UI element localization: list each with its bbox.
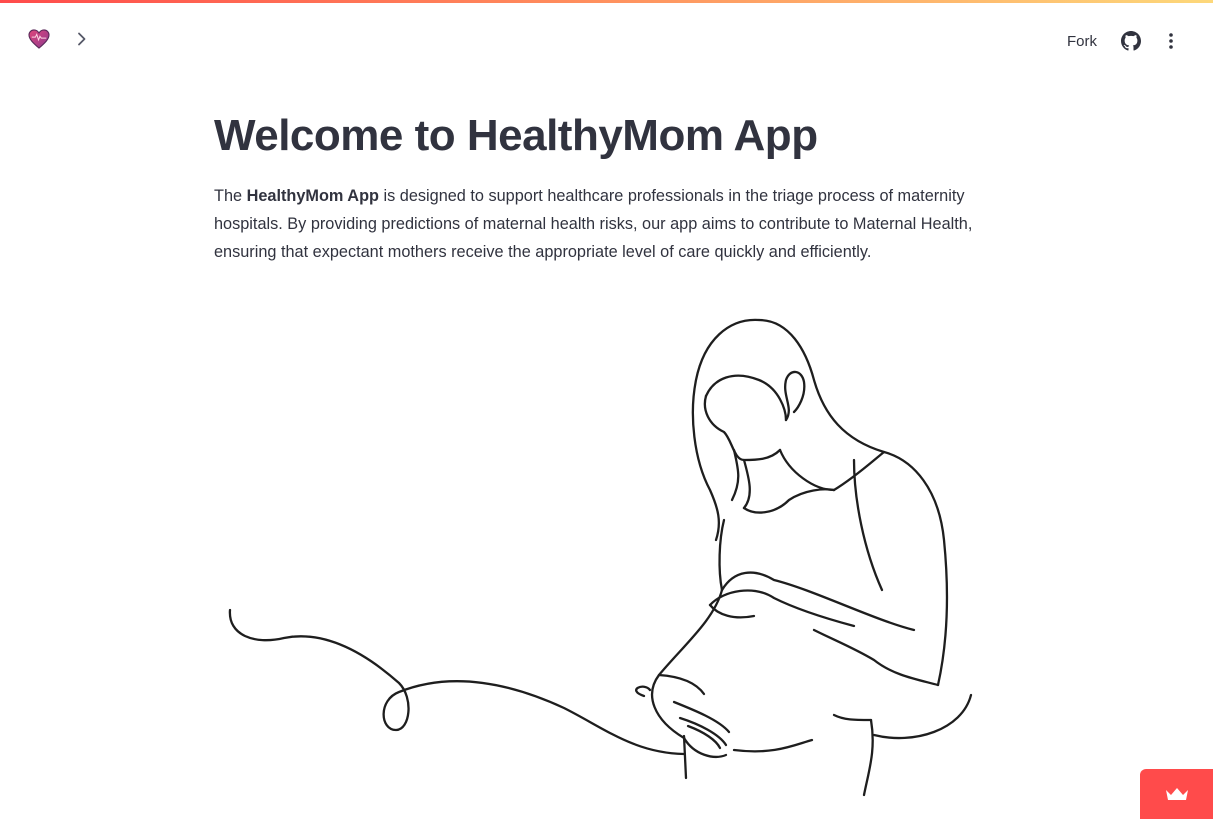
crown-icon (1165, 788, 1188, 800)
main-content: Welcome to HealthyMom App The HealthyMom… (214, 100, 994, 266)
intro-paragraph: The HealthyMom App is designed to suppor… (214, 182, 984, 266)
heart-icon (28, 29, 50, 49)
hosted-with-streamlit-badge[interactable] (1140, 769, 1213, 819)
intro-prefix: The (214, 187, 247, 205)
chevron-right-icon (78, 32, 86, 46)
intro-app-name: HealthyMom App (246, 187, 379, 205)
kebab-menu-icon[interactable] (1161, 31, 1181, 51)
sidebar-toggle-button[interactable] (72, 28, 92, 50)
fork-link[interactable]: Fork (1067, 33, 1097, 50)
app-header: Fork (0, 3, 1213, 63)
page-title: Welcome to HealthyMom App (214, 111, 818, 160)
pregnant-woman-illustration (228, 318, 973, 797)
github-icon[interactable] (1121, 31, 1141, 51)
